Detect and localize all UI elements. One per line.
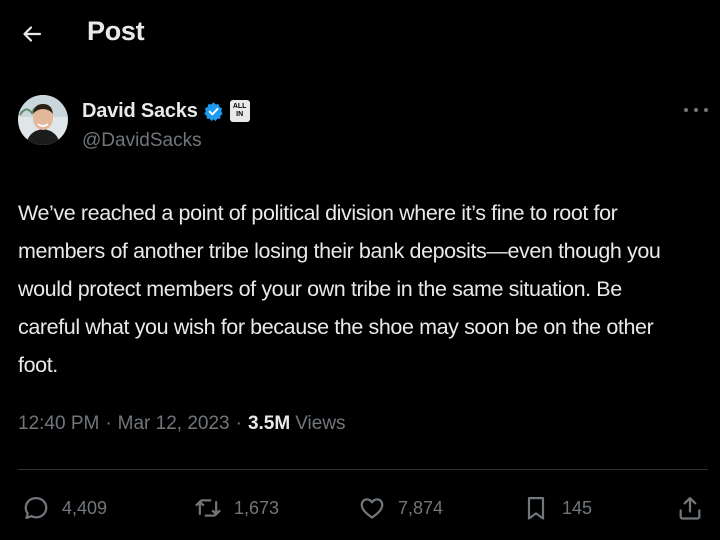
divider	[18, 469, 708, 470]
tweet-text: We’ve reached a point of political divis…	[18, 201, 661, 377]
meta-separator-2: ·	[235, 413, 242, 434]
heart-icon	[360, 498, 384, 519]
more-dots-icon	[684, 108, 688, 112]
reply-count: 4,409	[62, 497, 108, 518]
verified-badge-icon	[203, 101, 224, 122]
repost-icon	[195, 499, 221, 517]
avatar[interactable]	[18, 95, 68, 145]
bookmark-icon	[527, 496, 545, 520]
repost-button[interactable]: 1,673	[194, 490, 279, 526]
more-options-button[interactable]	[684, 100, 708, 120]
bookmark-count: 145	[562, 497, 593, 518]
like-count: 7,874	[398, 497, 444, 518]
affiliate-badge-line1: ALL	[232, 103, 247, 110]
views-label: Views	[295, 413, 346, 434]
views-count: 3.5M	[247, 413, 291, 434]
author-name-row: David Sacks ALL IN	[82, 97, 250, 125]
tweet-meta: 12:40 PM · Mar 12, 2023 · 3.5M Views	[18, 413, 346, 435]
reply-button[interactable]: 4,409	[22, 490, 107, 526]
arrow-left-icon	[23, 26, 42, 42]
post-header: Post	[0, 0, 720, 68]
action-bar: 4,409 1,673 7,874 145	[0, 490, 720, 530]
share-button[interactable]	[676, 490, 704, 526]
share-icon	[679, 496, 701, 520]
page-title: Post	[87, 16, 145, 46]
affiliate-badge[interactable]: ALL IN	[229, 100, 250, 122]
affiliate-badge-line2: IN	[236, 111, 244, 118]
reply-icon	[24, 496, 48, 520]
tweet-time[interactable]: 12:40 PM	[18, 413, 99, 435]
author-handle[interactable]: @DavidSacks	[82, 130, 202, 152]
like-button[interactable]: 7,874	[358, 490, 443, 526]
back-button[interactable]	[18, 20, 46, 48]
meta-separator: ·	[105, 413, 112, 434]
author-display-name[interactable]: David Sacks	[82, 100, 198, 123]
profile-photo	[18, 95, 68, 145]
repost-count: 1,673	[234, 497, 280, 518]
bookmark-button[interactable]: 145	[522, 490, 592, 526]
tweet-date[interactable]: Mar 12, 2023	[118, 413, 230, 435]
